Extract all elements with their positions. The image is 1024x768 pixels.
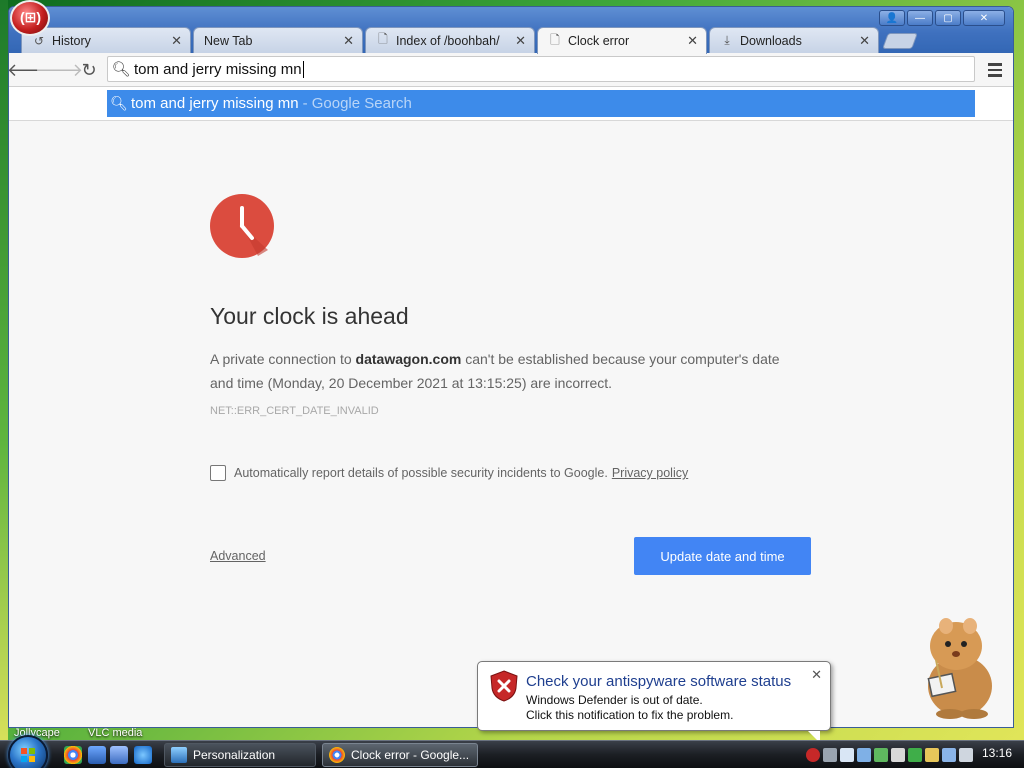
error-description: A private connection to datawagon.com ca… <box>210 351 780 391</box>
tab-index-boohbah[interactable]: 🗋 Index of /boohbah/ ✕ <box>365 27 535 53</box>
address-input[interactable]: tom and jerry missing mn <box>134 60 304 78</box>
close-button[interactable]: ✕ <box>963 10 1005 26</box>
network-icon[interactable] <box>942 748 956 762</box>
security-alert-icon[interactable] <box>806 748 820 762</box>
switch-windows-icon[interactable] <box>110 746 128 764</box>
notification-title: Check your antispyware software status <box>526 673 792 690</box>
tray-monitor-icon[interactable] <box>857 748 871 762</box>
advanced-link[interactable]: Advanced <box>210 549 266 563</box>
menu-button[interactable] <box>985 59 1005 81</box>
security-shield-icon <box>490 670 518 702</box>
tab-label: New Tab <box>204 33 253 48</box>
new-tab-button[interactable] <box>882 33 918 49</box>
browser-window: ↺ History ✕ New Tab ✕ 🗋 Index of /boohba… <box>8 6 1014 728</box>
error-page: Your clock is ahead A private connection… <box>9 121 1013 727</box>
error-domain: datawagon.com <box>355 351 462 367</box>
search-icon: 🔍︎ <box>111 61 131 78</box>
app-logo-icon[interactable]: (⊞) <box>10 0 50 36</box>
chrome-icon <box>329 747 345 763</box>
suggestion-item[interactable]: 🔍︎ tom and jerry missing mn - Google Sea… <box>107 90 975 117</box>
notification-line: Windows Defender is out of date. <box>526 693 703 707</box>
taskbar-clock[interactable]: 13:16 <box>982 746 1012 760</box>
personalization-icon <box>171 747 187 763</box>
suggestion-query: tom and jerry missing mn <box>131 95 299 112</box>
privacy-policy-link[interactable]: Privacy policy <box>612 466 688 480</box>
volume-icon[interactable] <box>959 748 973 762</box>
download-icon: ⤓ <box>724 33 730 47</box>
taskbar-button-personalization[interactable]: Personalization <box>164 743 316 767</box>
tab-strip: ↺ History ✕ New Tab ✕ 🗋 Index of /boohba… <box>21 27 918 54</box>
tab-history[interactable]: ↺ History ✕ <box>21 27 191 53</box>
windows-logo-icon <box>21 748 35 762</box>
report-checkbox[interactable] <box>210 465 226 481</box>
error-title: Your clock is ahead <box>210 303 409 329</box>
address-bar[interactable]: 🔍︎ tom and jerry missing mn <box>107 56 975 82</box>
forward-button[interactable]: 🡒 <box>35 59 83 81</box>
maximize-button[interactable]: ▢ <box>935 10 961 26</box>
taskbar: Personalization Clock error - Google... … <box>0 735 1024 768</box>
tab-downloads[interactable]: ⤓ Downloads ✕ <box>709 27 879 53</box>
chrome-icon[interactable] <box>64 746 82 764</box>
tab-new-tab[interactable]: New Tab ✕ <box>193 27 363 53</box>
tab-label: Downloads <box>740 33 802 48</box>
close-icon[interactable]: ✕ <box>171 33 182 49</box>
reload-button[interactable]: ↻ <box>77 59 101 81</box>
defender-notification[interactable]: Check your antispyware software status W… <box>477 661 831 743</box>
page-icon: 🗋 <box>550 32 560 47</box>
close-icon[interactable]: ✕ <box>343 33 354 49</box>
suggestion-hint: - Google Search <box>302 95 412 112</box>
internet-explorer-icon[interactable] <box>134 746 152 764</box>
tray-computer-icon[interactable] <box>891 748 905 762</box>
tab-label: History <box>52 33 91 48</box>
error-code: NET::ERR_CERT_DATE_INVALID <box>210 405 379 417</box>
show-desktop-icon[interactable] <box>88 746 106 764</box>
start-button[interactable] <box>8 735 48 768</box>
window-controls: 👤 — ▢ ✕ <box>879 10 1005 26</box>
minimize-button[interactable]: — <box>907 10 933 26</box>
update-date-time-button[interactable]: Update date and time <box>634 537 811 575</box>
tray-display-icon[interactable] <box>840 748 854 762</box>
toolbar: 🡐 🡒 ↻ 🔍︎ tom and jerry missing mn <box>9 53 1013 87</box>
close-icon[interactable]: ✕ <box>515 33 526 49</box>
report-label: Automatically report details of possible… <box>234 466 608 480</box>
omnibox-dropdown: 🔍︎ tom and jerry missing mn - Google Sea… <box>9 87 1013 121</box>
taskbar-button-chrome[interactable]: Clock error - Google... <box>322 743 478 767</box>
clock-icon <box>210 194 274 258</box>
close-icon[interactable]: ✕ <box>687 33 698 49</box>
tray-check-icon[interactable] <box>908 748 922 762</box>
desktop-icon-label[interactable]: VLC media <box>88 727 142 739</box>
title-bar: ↺ History ✕ New Tab ✕ 🗋 Index of /boohba… <box>9 7 1013 54</box>
tray-tool-icon[interactable] <box>925 748 939 762</box>
notification-line: Click this notification to fix the probl… <box>526 708 734 722</box>
close-icon[interactable]: ✕ <box>859 33 870 49</box>
page-icon: 🗋 <box>378 32 388 46</box>
tab-label: Clock error <box>568 34 630 48</box>
search-icon: 🔍︎ <box>110 95 128 111</box>
hamster-mascot-icon <box>927 618 992 719</box>
tray-tools-icon[interactable] <box>823 748 837 762</box>
user-icon[interactable]: 👤 <box>879 10 905 26</box>
tab-label: Index of /boohbah/ <box>396 33 500 48</box>
close-icon[interactable]: ✕ <box>811 667 822 683</box>
tab-clock-error[interactable]: 🗋 Clock error ✕ <box>537 27 707 54</box>
report-row: Automatically report details of possible… <box>210 465 688 481</box>
desktop-background <box>0 0 8 740</box>
tray-network-icon[interactable] <box>874 748 888 762</box>
